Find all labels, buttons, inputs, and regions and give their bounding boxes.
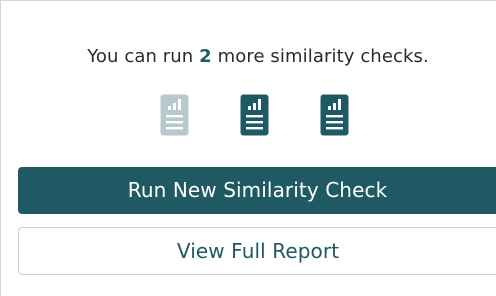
view-full-report-button[interactable]: View Full Report — [18, 227, 496, 275]
checks-indicator — [1, 94, 496, 136]
remaining-checks-count: 2 — [199, 46, 212, 67]
run-new-similarity-check-button[interactable]: Run New Similarity Check — [18, 167, 496, 214]
similarity-check-panel: You can run 2 more similarity checks. Ru… — [0, 0, 496, 296]
report-icon-available — [320, 94, 349, 136]
report-icon-used — [160, 94, 189, 136]
remaining-checks-message: You can run 2 more similarity checks. — [1, 46, 496, 67]
report-icon-available — [240, 94, 269, 136]
message-prefix: You can run — [87, 46, 200, 67]
message-suffix: more similarity checks. — [211, 46, 429, 67]
